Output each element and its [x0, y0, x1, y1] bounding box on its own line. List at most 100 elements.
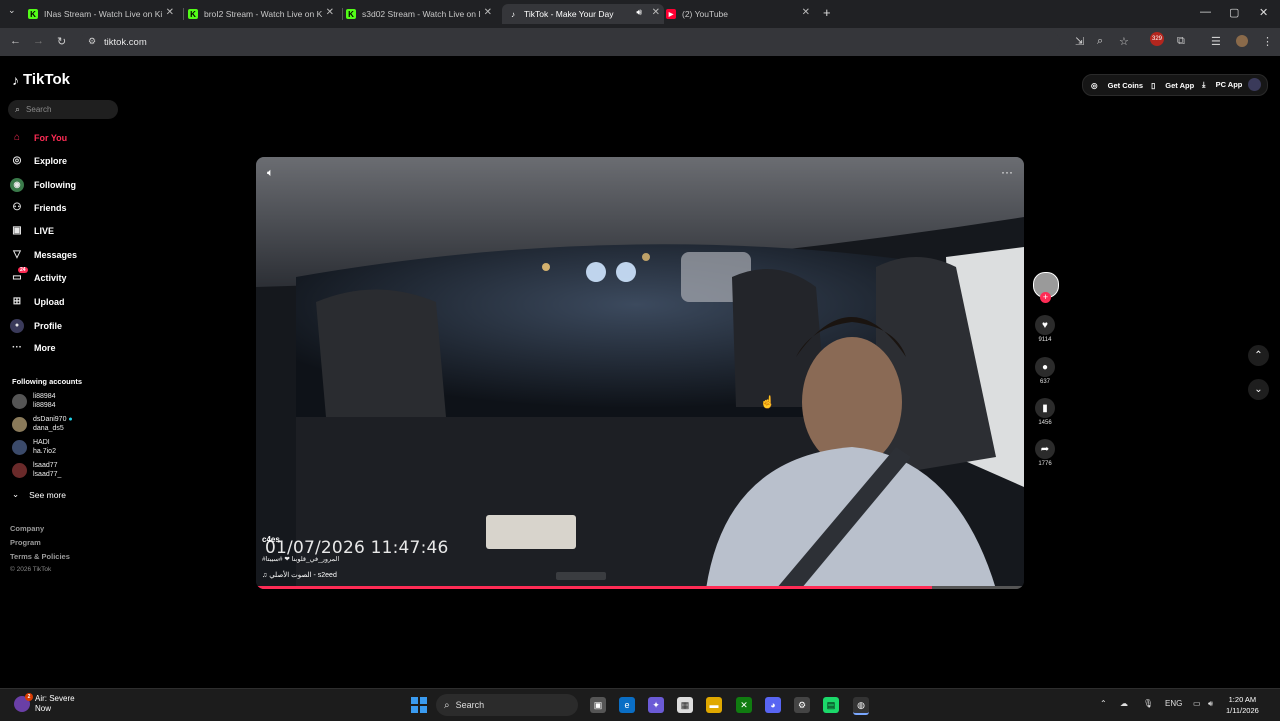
reading-list-icon[interactable]: ☰ [1211, 35, 1221, 48]
nav-label: Profile [34, 321, 63, 331]
nav-upload[interactable]: ⊞ Upload [10, 296, 65, 307]
volume-icon[interactable]: 🔈︎ [267, 167, 274, 180]
footer-company-link[interactable]: Company [10, 524, 44, 533]
maximize-button[interactable]: ▢ [1229, 6, 1239, 19]
extensions-icon[interactable]: ⧉ [1177, 35, 1185, 48]
nav-activity[interactable]: ▭ 24 Activity [10, 267, 67, 283]
close-icon[interactable]: ✕ [802, 7, 810, 18]
browser-tab-5[interactable]: ▶ (2) YouTube ✕ [666, 4, 814, 24]
site-info-icon[interactable]: ⚙ [88, 36, 96, 47]
nav-for-you[interactable]: ⌂ For You [10, 132, 67, 143]
weather-widget[interactable]: 2 Air: Severe Now [14, 693, 75, 714]
account-item[interactable]: HADI ha.7io2 [12, 439, 56, 456]
mic-icon[interactable]: 🎙︎ [1143, 699, 1153, 708]
steam-icon[interactable]: ⚙ [794, 697, 810, 713]
edge-icon[interactable]: e [619, 697, 635, 713]
close-icon[interactable]: ✕ [166, 7, 174, 18]
zoom-icon[interactable]: ⌕ [1097, 35, 1103, 48]
nav-friends[interactable]: ⚇ Friends [10, 202, 67, 213]
browser-tab-strip: ⌄ K INas Stream - Watch Live on Ki ✕ K b… [0, 0, 1280, 28]
video-author[interactable]: c4es [262, 535, 280, 544]
store-icon[interactable]: ▦ [677, 697, 693, 713]
nav-messages[interactable]: ▽ Messages [10, 249, 77, 260]
share-button[interactable]: ➦ 1776 [1030, 439, 1060, 467]
nav-following[interactable]: ◉ Following [10, 178, 76, 192]
back-icon[interactable]: ← [10, 35, 21, 47]
tray-overflow-icon[interactable]: ⌃ [1100, 699, 1107, 708]
install-icon[interactable]: ⇲ [1075, 35, 1084, 48]
start-button[interactable] [411, 697, 427, 713]
weather-title: Air: Severe [35, 694, 75, 703]
chrome-icon[interactable]: ◍ [853, 697, 869, 715]
user-avatar[interactable] [1248, 78, 1261, 91]
profile-avatar[interactable] [1236, 35, 1248, 47]
footer-terms-link[interactable]: Terms & Policies [10, 552, 70, 561]
footer-program-link[interactable]: Program [10, 538, 41, 547]
xbox-icon[interactable]: ✕ [736, 697, 752, 713]
search-icon: ⌕ [15, 104, 21, 114]
language-indicator[interactable]: ENG [1165, 699, 1182, 708]
account-item[interactable]: li88984 li88984 [12, 393, 56, 410]
address-bar[interactable]: ⚙ tiktok.com [80, 31, 1060, 53]
extension-badge[interactable]: 329 [1150, 32, 1164, 46]
account-item[interactable]: dsDani970 ● dana_ds5 [12, 416, 73, 433]
comment-button[interactable]: ● 637 [1030, 357, 1060, 385]
follow-plus-icon[interactable]: + [1040, 292, 1051, 303]
like-button[interactable]: ♥ 9114 [1030, 315, 1060, 343]
display-icon[interactable]: ▭ [1193, 699, 1201, 708]
file-explorer-icon[interactable]: ▬ [706, 697, 722, 713]
browser-tab-2[interactable]: K broI2 Stream - Watch Live on K ✕ [188, 4, 338, 24]
account-display-name: dsDani970 [33, 416, 67, 423]
save-button[interactable]: ▮ 1456 [1030, 398, 1060, 426]
close-icon[interactable]: ✕ [326, 7, 334, 18]
network-tray-icon[interactable]: ☁ [1120, 699, 1128, 708]
taskbar-search[interactable]: ⌕ Search [436, 694, 578, 716]
close-window-button[interactable]: ✕ [1259, 6, 1268, 19]
nav-more[interactable]: ··· More [10, 342, 56, 353]
task-view-icon[interactable]: ▣ [590, 697, 606, 713]
see-more-button[interactable]: ⌄ See more [12, 489, 66, 500]
copyright-text: © 2026 TikTok [10, 566, 52, 573]
tab-search-icon[interactable]: ⌄ [8, 5, 16, 16]
discord-icon[interactable]: ◕ [765, 697, 781, 713]
tab-title: INas Stream - Watch Live on Ki [44, 9, 163, 19]
more-options-icon[interactable]: ··· [1001, 165, 1013, 179]
menu-icon[interactable]: ⋮ [1262, 35, 1273, 48]
get-coins-button[interactable]: ◎ Get Coins [1091, 81, 1143, 90]
account-item[interactable]: lsaad77 lsaad77_ [12, 462, 61, 479]
copilot-icon[interactable]: ✦ [648, 697, 664, 713]
nav-label: Upload [34, 296, 65, 307]
next-video-button[interactable]: ⌄ [1248, 379, 1269, 400]
bookmark-star-icon[interactable]: ☆ [1119, 35, 1129, 48]
clock[interactable]: 1:20 AM 1/11/2026 [1226, 694, 1259, 716]
share-icon: ➦ [1035, 439, 1055, 459]
pc-app-button[interactable]: ⤓ PC App [1202, 80, 1242, 90]
forward-icon[interactable]: → [33, 35, 44, 47]
top-action-bar: ◎ Get Coins ▯ Get App ⤓ PC App [1082, 74, 1268, 96]
nav-explore[interactable]: ◎ Explore [10, 155, 67, 166]
minimize-button[interactable]: — [1200, 6, 1211, 18]
app-icon[interactable]: ▤ [823, 697, 839, 713]
more-icon: ··· [12, 342, 22, 353]
browser-tab-1[interactable]: K INas Stream - Watch Live on Ki ✕ [28, 4, 178, 24]
volume-icon[interactable]: 🔊︎ [1208, 699, 1213, 709]
browser-tab-4[interactable]: ♪ TikTok - Make Your Day 🔊︎ ✕ [502, 4, 664, 24]
speaker-icon[interactable]: 🔊︎ [636, 7, 642, 18]
new-tab-button[interactable]: + [823, 5, 831, 20]
close-icon[interactable]: ✕ [652, 7, 660, 18]
clock-time: 1:20 AM [1228, 695, 1257, 704]
reload-icon[interactable]: ↻ [57, 35, 66, 48]
nav-profile[interactable]: ● Profile [10, 319, 62, 333]
close-icon[interactable]: ✕ [484, 7, 492, 18]
video-music[interactable]: ♫ الصوت الأصلي - s2eed [262, 571, 337, 579]
nav-live[interactable]: ▣ LIVE [10, 225, 54, 236]
tiktok-logo[interactable]: ♪ TikTok [12, 71, 70, 88]
previous-video-button[interactable]: ⌃ [1248, 345, 1269, 366]
video-hashtags[interactable]: #المرور_في_قلوبنا ❤ #سيبتا [262, 555, 339, 563]
search-input[interactable]: ⌕ Search [8, 100, 118, 119]
get-app-button[interactable]: ▯ Get App [1151, 81, 1194, 90]
sidebar: ♪ TikTok ⌕ Search ⌂ For You ◎ Explore ◉ … [0, 56, 130, 686]
browser-tab-3[interactable]: K s3d02 Stream - Watch Live on I ✕ [346, 4, 496, 24]
video-player[interactable]: 🔈︎ ··· 01/07/2026 11:47:46 c4es #المرور_… [256, 157, 1024, 589]
nav-label: Messages [34, 249, 78, 260]
